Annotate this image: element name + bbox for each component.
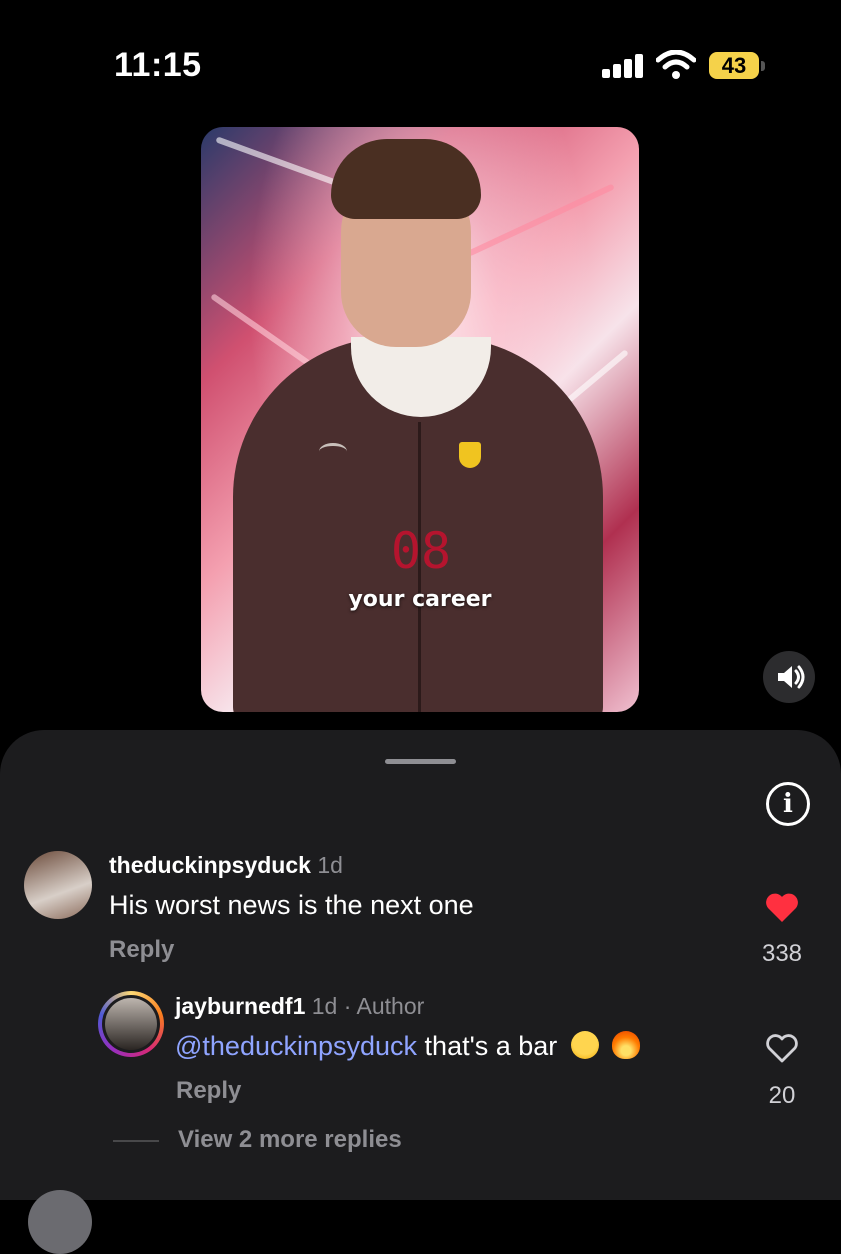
comment-age: 1d	[317, 852, 343, 878]
username-text[interactable]: jayburnedf1	[175, 993, 305, 1019]
hair	[331, 139, 481, 219]
mention-link[interactable]: @theduckinpsyduck	[175, 1031, 417, 1061]
status-bar: 11:15 43	[0, 0, 841, 110]
motion-streak	[210, 293, 312, 367]
clock: 11:15	[114, 46, 202, 84]
comment-text: His worst news is the next one	[109, 890, 474, 920]
sheet-grabber[interactable]	[385, 759, 456, 764]
team-badge-icon	[459, 442, 481, 468]
avatar-story-ring[interactable]	[98, 991, 164, 1057]
cellular-signal-icon	[602, 54, 646, 78]
view-more-replies-button[interactable]: View 2 more replies	[178, 1126, 402, 1154]
like-count: 20	[768, 1082, 796, 1109]
reply-age: 1d	[311, 993, 338, 1019]
reply-button[interactable]: Reply	[176, 1077, 241, 1105]
comment-username[interactable]: theduckinpsyduck 1d	[109, 852, 343, 879]
battery-icon: 43	[709, 52, 759, 79]
author-tag: · Author	[343, 993, 425, 1019]
replies-divider	[113, 1140, 159, 1142]
loudly-crying-face-icon	[570, 1031, 599, 1059]
heart-filled-icon[interactable]	[765, 892, 799, 924]
motion-streak	[467, 183, 615, 257]
avatar	[102, 995, 160, 1053]
info-icon[interactable]: i	[766, 782, 810, 826]
avatar-image	[105, 998, 157, 1050]
comments-sheet: i theduckinpsyduck 1d His worst news is …	[0, 730, 841, 1254]
video-player[interactable]: 08 your career	[201, 127, 639, 712]
speaker-icon	[778, 665, 805, 689]
reply-body: that's a bar	[417, 1031, 558, 1061]
battery-tip	[761, 61, 765, 71]
video-caption: your career	[348, 587, 492, 612]
wifi-icon	[656, 50, 696, 79]
counter-overlay: 08	[390, 522, 452, 580]
heart-outline-icon[interactable]	[765, 1033, 799, 1065]
username-text[interactable]: theduckinpsyduck	[109, 852, 311, 878]
reply-text: @theduckinpsyduck that's a bar	[175, 1031, 641, 1062]
brand-logo-icon	[319, 443, 347, 460]
reply-button[interactable]: Reply	[109, 936, 174, 964]
sound-toggle-button[interactable]	[763, 651, 815, 703]
avatar[interactable]	[24, 851, 92, 919]
reply-username[interactable]: jayburnedf1 1d · Author	[175, 993, 424, 1020]
like-count: 338	[761, 940, 803, 967]
fire-icon	[612, 1031, 641, 1059]
